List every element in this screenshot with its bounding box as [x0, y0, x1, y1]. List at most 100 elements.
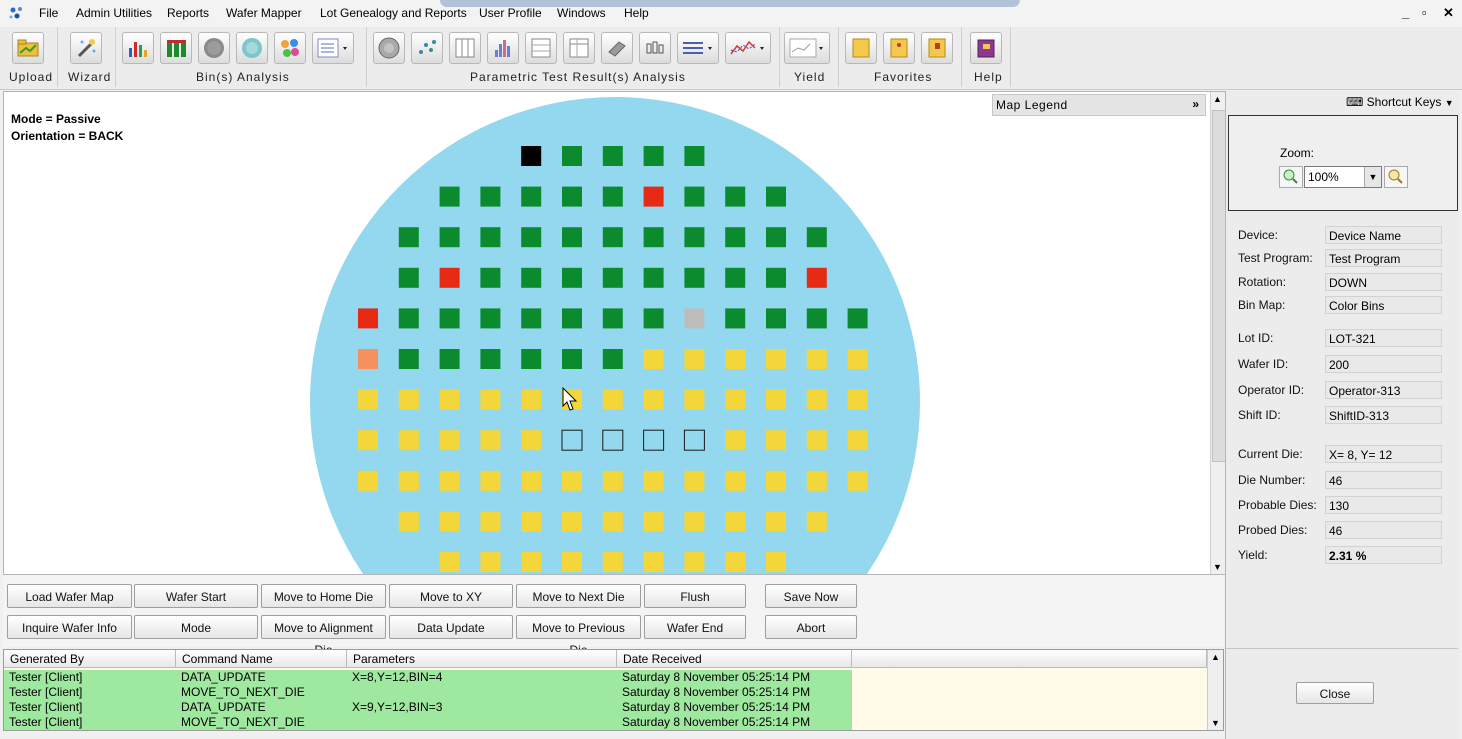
scroll-down-icon[interactable]: ▼ [1211, 718, 1220, 728]
die-pass[interactable] [684, 267, 705, 288]
data-update-button[interactable]: Data Update [389, 615, 513, 639]
column-header-generated-by[interactable]: Generated By [4, 650, 176, 668]
die-yellow[interactable] [806, 389, 827, 410]
param-table-button[interactable] [449, 32, 481, 64]
die-yellow[interactable] [562, 511, 582, 532]
zoom-select[interactable]: 100% ▼ [1304, 166, 1382, 188]
scroll-up-icon[interactable]: ▲ [1211, 652, 1220, 662]
die-yellow[interactable] [480, 511, 501, 532]
inquire-wafer-info-button[interactable]: Inquire Wafer Info [7, 615, 132, 639]
param-trend-dropdown-button[interactable] [725, 32, 771, 64]
die-yellow[interactable] [521, 552, 542, 572]
bin-wafer-teal-button[interactable] [236, 32, 268, 64]
die-pass[interactable] [643, 267, 664, 288]
die-yellow[interactable] [684, 552, 705, 572]
die-yellow[interactable] [521, 430, 542, 451]
die-yellow[interactable] [480, 552, 501, 572]
param-grid-button[interactable] [525, 32, 557, 64]
die-pass[interactable] [521, 267, 542, 288]
die-pass[interactable] [398, 267, 419, 288]
die-pass[interactable] [806, 227, 827, 248]
favorite-2-button[interactable] [883, 32, 915, 64]
die-pass[interactable] [480, 227, 501, 248]
die-fail[interactable] [806, 267, 827, 288]
die-yellow[interactable] [725, 470, 746, 491]
die-yellow[interactable] [766, 470, 786, 491]
die-yellow[interactable] [806, 430, 827, 451]
die-yellow[interactable] [602, 511, 623, 532]
menu-wafer-mapper[interactable]: Wafer Mapper [226, 6, 302, 20]
die-yellow[interactable] [398, 389, 419, 410]
bin-stack-button[interactable] [160, 32, 192, 64]
die-yellow[interactable] [847, 349, 868, 369]
log-vertical-scrollbar[interactable]: ▲ ▼ [1207, 650, 1223, 730]
column-header-parameters[interactable]: Parameters [347, 650, 617, 668]
die-yellow[interactable] [643, 552, 664, 572]
die-orange[interactable] [358, 349, 378, 369]
minimize-button[interactable]: _ [1402, 5, 1409, 20]
die-pass[interactable] [562, 267, 582, 288]
die-pass[interactable] [521, 186, 542, 207]
die-pass[interactable] [766, 227, 786, 248]
die-pass[interactable] [562, 146, 582, 166]
die-pass[interactable] [725, 227, 746, 248]
wizard-button[interactable] [70, 32, 102, 64]
die-pass[interactable] [398, 349, 419, 369]
die-pass[interactable] [766, 186, 786, 207]
die-pass[interactable] [480, 186, 501, 207]
die-yellow[interactable] [562, 470, 582, 491]
die-fail[interactable] [643, 186, 664, 207]
die-yellow[interactable] [806, 470, 827, 491]
die-pass[interactable] [562, 227, 582, 248]
die-yellow[interactable] [439, 552, 460, 572]
die-pass[interactable] [602, 308, 623, 329]
die-yellow[interactable] [439, 470, 460, 491]
die-yellow[interactable] [766, 389, 786, 410]
die-pass[interactable] [725, 186, 746, 207]
die-yellow[interactable] [725, 552, 746, 572]
bin-list-dropdown-button[interactable] [312, 32, 354, 64]
load-wafer-map-button[interactable]: Load Wafer Map [7, 584, 132, 608]
param-wafer-button[interactable] [373, 32, 405, 64]
die-gray[interactable] [684, 308, 705, 329]
scroll-down-icon[interactable]: ▼ [1213, 562, 1222, 572]
die-yellow[interactable] [480, 430, 501, 451]
die-pass[interactable] [439, 349, 460, 369]
die-pass[interactable] [725, 308, 746, 329]
help-button[interactable] [970, 32, 1002, 64]
die-pass[interactable] [643, 146, 664, 166]
move-to-home-die-button[interactable]: Move to Home Die [261, 584, 386, 608]
move-to-xy-button[interactable]: Move to XY [389, 584, 513, 608]
wafer-map[interactable] [4, 92, 1209, 574]
die-pass[interactable] [766, 308, 786, 329]
die-yellow[interactable] [439, 511, 460, 532]
upload-button[interactable] [12, 32, 44, 64]
die-pass[interactable] [684, 146, 705, 166]
restore-button[interactable]: ▫ [1422, 5, 1427, 20]
die-pass[interactable] [643, 227, 664, 248]
favorite-3-button[interactable] [921, 32, 953, 64]
die-yellow[interactable] [806, 511, 827, 532]
param-histogram-button[interactable] [487, 32, 519, 64]
die-yellow[interactable] [847, 470, 868, 491]
zoom-out-button[interactable] [1384, 166, 1408, 188]
save-now-button[interactable]: Save Now [765, 584, 857, 608]
die-yellow[interactable] [766, 511, 786, 532]
die-yellow[interactable] [480, 389, 501, 410]
wafer-start-button[interactable]: Wafer Start [134, 584, 258, 608]
menu-user-profile[interactable]: User Profile [479, 6, 542, 20]
die-fail[interactable] [358, 308, 378, 329]
die-yellow[interactable] [847, 389, 868, 410]
die-pass[interactable] [398, 227, 419, 248]
die-yellow[interactable] [480, 470, 501, 491]
die-black[interactable] [521, 146, 542, 166]
column-header-command-name[interactable]: Command Name [176, 650, 347, 668]
die-yellow[interactable] [643, 389, 664, 410]
map-vertical-scrollbar[interactable]: ▲ ▼ [1210, 92, 1225, 574]
die-yellow[interactable] [806, 349, 827, 369]
die-yellow[interactable] [439, 389, 460, 410]
chevron-down-icon[interactable]: ▼ [1364, 167, 1381, 187]
favorite-1-button[interactable] [845, 32, 877, 64]
die-pass[interactable] [684, 186, 705, 207]
die-pass[interactable] [480, 349, 501, 369]
